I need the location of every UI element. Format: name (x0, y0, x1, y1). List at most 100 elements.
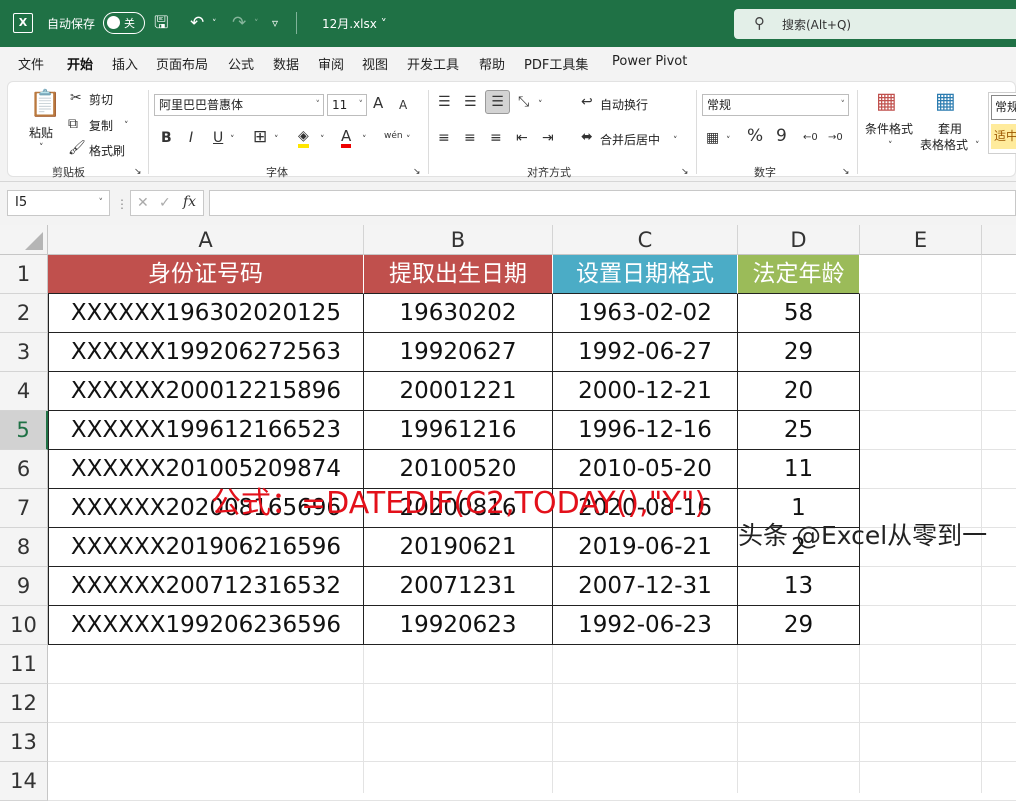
table-cell[interactable]: XXXXXX200012215896 (48, 372, 364, 411)
row-header[interactable]: 7 (0, 489, 48, 528)
tab-home[interactable]: 开始 (67, 54, 94, 80)
accounting-icon[interactable]: ▦ (706, 130, 719, 146)
row-header[interactable]: 11 (0, 645, 48, 684)
tab-file[interactable]: 文件 (18, 54, 44, 73)
number-launcher-icon[interactable]: ↘ (842, 164, 850, 180)
number-format-select[interactable]: 常规 ˅ (702, 94, 849, 116)
column-header-b[interactable]: B (364, 225, 553, 255)
table-cell[interactable]: 20001221 (364, 372, 553, 411)
table-cell[interactable]: 20071231 (364, 567, 553, 606)
increase-decimal-icon[interactable]: ←0 (803, 130, 818, 146)
undo-icon[interactable]: ↶ (190, 12, 204, 34)
table-cell[interactable]: 19920623 (364, 606, 553, 645)
tab-formulas[interactable]: 公式 (228, 54, 254, 73)
row-header[interactable]: 2 (0, 294, 48, 333)
merge-center-button[interactable]: 合并后居中 (600, 131, 660, 148)
table-cell[interactable]: 1992-06-23 (553, 606, 738, 645)
tab-power-pivot[interactable]: Power Pivot (612, 54, 687, 69)
row-header[interactable]: 4 (0, 372, 48, 411)
customize-qat-icon[interactable]: ▿ (272, 12, 278, 34)
row-header[interactable]: 3 (0, 333, 48, 372)
style-neutral[interactable]: 适中 (991, 124, 1016, 149)
orientation-icon[interactable]: ⤡ (518, 94, 529, 110)
cell-styles-gallery[interactable]: 常规 适中 (988, 92, 1016, 154)
bold-icon[interactable]: B (161, 130, 172, 146)
row-header[interactable]: 14 (0, 762, 48, 801)
table-cell[interactable]: 11 (738, 450, 860, 489)
formula-input[interactable] (209, 190, 1016, 216)
insert-function-icon[interactable]: fx (183, 194, 196, 210)
format-as-table-icon[interactable]: ▦ (935, 90, 956, 114)
phonetic-dropdown-icon[interactable]: ˅ (406, 132, 411, 148)
alignment-launcher-icon[interactable]: ↘ (681, 164, 689, 180)
align-middle-icon[interactable]: ☰ (464, 94, 477, 110)
table-cell[interactable]: 2019-06-21 (553, 528, 738, 567)
column-header-e[interactable]: E (860, 225, 982, 255)
format-as-table-line1[interactable]: 套用 (938, 120, 962, 137)
shrink-font-icon[interactable]: A (399, 97, 407, 113)
autosave-toggle[interactable]: 关 (103, 12, 145, 34)
paste-dropdown-icon[interactable]: ˅ (39, 140, 44, 156)
phonetic-icon[interactable]: wén (384, 128, 403, 144)
tab-insert[interactable]: 插入 (112, 54, 138, 73)
table-cell[interactable]: 20 (738, 372, 860, 411)
table-cell[interactable]: XXXXXX199206236596 (48, 606, 364, 645)
tab-help[interactable]: 帮助 (479, 54, 505, 73)
comma-style-icon[interactable]: 9 (776, 128, 787, 145)
header-cell[interactable]: 身份证号码 (48, 255, 364, 294)
font-size-select[interactable]: 11 ˅ (327, 94, 367, 116)
table-cell[interactable]: 19920627 (364, 333, 553, 372)
decrease-decimal-icon[interactable]: →0 (828, 130, 843, 146)
grow-font-icon[interactable]: A (373, 95, 383, 111)
row-header[interactable]: 10 (0, 606, 48, 645)
font-color-icon[interactable]: A (341, 128, 352, 148)
copy-button[interactable]: 复制 (89, 117, 113, 134)
row-header[interactable]: 12 (0, 684, 48, 723)
align-center-icon[interactable]: ≡ (464, 130, 476, 146)
table-cell[interactable]: XXXXXX199206272563 (48, 333, 364, 372)
table-cell[interactable]: 2007-12-31 (553, 567, 738, 606)
style-normal[interactable]: 常规 (991, 95, 1016, 120)
percent-icon[interactable]: % (747, 128, 763, 145)
select-all-button[interactable] (0, 225, 48, 255)
column-header-a[interactable]: A (48, 225, 364, 255)
search-box[interactable]: ⚲ 搜索(Alt+Q) (734, 9, 1016, 39)
tab-data[interactable]: 数据 (273, 54, 299, 73)
table-cell[interactable]: 19961216 (364, 411, 553, 450)
column-header-d[interactable]: D (738, 225, 860, 255)
underline-icon[interactable]: U (213, 130, 223, 146)
table-cell[interactable]: 58 (738, 294, 860, 333)
column-header-c[interactable]: C (553, 225, 738, 255)
wrap-text-button[interactable]: 自动换行 (600, 96, 648, 113)
decrease-indent-icon[interactable]: ⇤ (516, 130, 528, 146)
name-box[interactable]: I5 ˅ (7, 190, 110, 216)
cut-button[interactable]: 剪切 (89, 91, 113, 108)
header-cell[interactable]: 设置日期格式 (553, 255, 738, 294)
table-cell[interactable]: 1992-06-27 (553, 333, 738, 372)
cancel-icon[interactable]: ✕ (137, 195, 149, 211)
table-cell[interactable]: 1963-02-02 (553, 294, 738, 333)
table-cell[interactable]: XXXXXX196302020125 (48, 294, 364, 333)
header-cell[interactable]: 法定年龄 (738, 255, 860, 294)
header-cell[interactable]: 提取出生日期 (364, 255, 553, 294)
underline-dropdown-icon[interactable]: ˅ (230, 132, 235, 148)
conditional-formatting-button[interactable]: 条件格式 (865, 120, 913, 137)
align-top-icon[interactable]: ☰ (438, 94, 451, 110)
table-cell[interactable]: XXXXXX199612166523 (48, 411, 364, 450)
conditional-formatting-icon[interactable]: ▦ (876, 90, 897, 114)
table-cell[interactable]: 29 (738, 333, 860, 372)
merge-dropdown-icon[interactable]: ˅ (673, 133, 678, 149)
column-header-f[interactable] (982, 225, 1016, 255)
table-cell[interactable]: 29 (738, 606, 860, 645)
copy-dropdown-icon[interactable]: ˅ (124, 118, 129, 134)
borders-icon[interactable]: ⊞ (253, 129, 267, 146)
redo-dropdown-icon[interactable]: ˅ (254, 13, 259, 35)
tab-view[interactable]: 视图 (362, 54, 388, 73)
table-cell[interactable]: 25 (738, 411, 860, 450)
format-as-table-dropdown-icon[interactable]: ˅ (975, 138, 980, 154)
row-header[interactable]: 5 (0, 411, 48, 450)
accounting-dropdown-icon[interactable]: ˅ (726, 133, 731, 149)
align-bottom-icon[interactable]: ☰ (485, 90, 510, 114)
row-header[interactable]: 8 (0, 528, 48, 567)
orientation-dropdown-icon[interactable]: ˅ (538, 97, 543, 113)
